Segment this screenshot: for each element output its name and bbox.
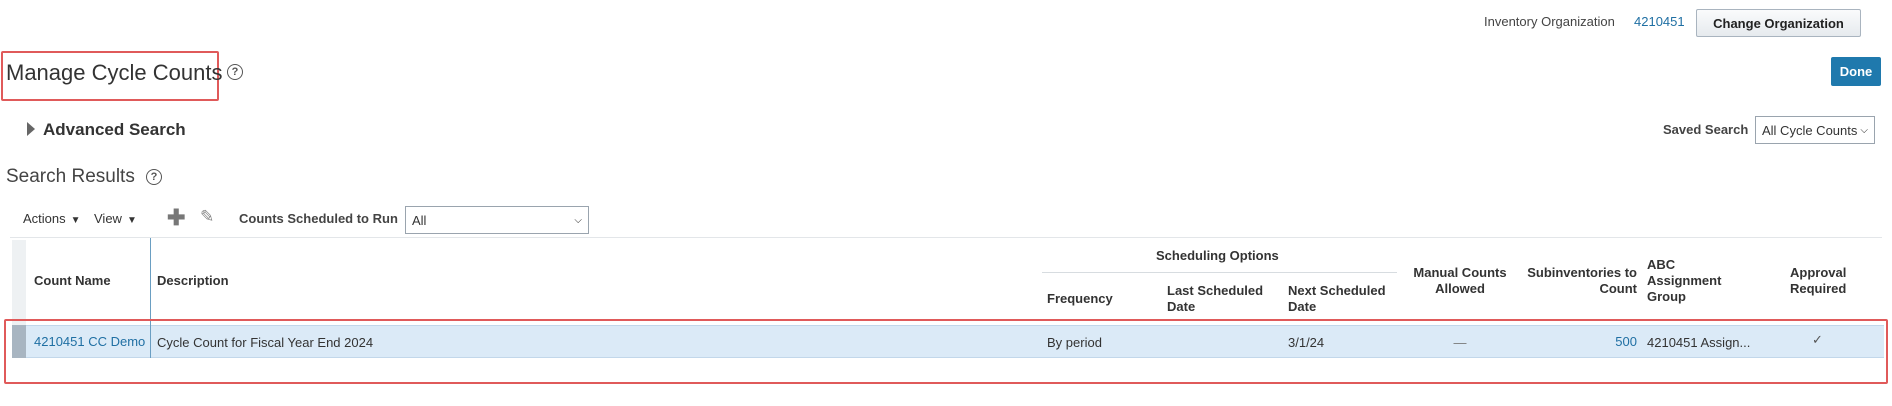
table-top-border <box>10 237 1882 238</box>
counts-scheduled-value: All <box>412 212 427 228</box>
dropdown-arrow-icon: ▼ <box>126 215 137 226</box>
page-title: Manage Cycle Counts <box>6 60 223 85</box>
counts-scheduled-label: Counts Scheduled to Run <box>239 211 398 226</box>
column-header-subinventories-to-count[interactable]: Subinventories to Count <box>1524 265 1637 297</box>
search-results-title: Search Results <box>6 166 135 187</box>
column-header-abc-assignment-group[interactable]: ABC Assignment Group <box>1647 257 1737 305</box>
help-icon[interactable]: ? <box>227 64 243 80</box>
column-header-next-scheduled-date[interactable]: Next Scheduled Date <box>1288 283 1398 315</box>
saved-search-value: All Cycle Counts <box>1762 122 1858 138</box>
saved-search-label: Saved Search <box>1663 122 1749 137</box>
pencil-icon[interactable]: ✎ <box>200 207 214 227</box>
inventory-org-value[interactable]: 4210451 <box>1634 14 1685 29</box>
dropdown-arrow-icon: ▼ <box>70 215 81 226</box>
chevron-down-icon: ⌵ <box>1860 125 1868 136</box>
column-header-description[interactable]: Description <box>157 273 229 289</box>
counts-scheduled-select[interactable]: All ⌵ <box>405 206 589 234</box>
saved-search-select[interactable]: All Cycle Counts ⌵ <box>1755 116 1875 144</box>
done-button[interactable]: Done <box>1831 57 1881 86</box>
actions-menu-label: Actions <box>23 211 66 226</box>
view-menu[interactable]: View ▼ <box>94 211 137 226</box>
help-icon[interactable]: ? <box>146 169 162 185</box>
actions-menu[interactable]: Actions ▼ <box>23 211 81 226</box>
column-header-count-name[interactable]: Count Name <box>34 273 111 289</box>
column-header-manual-counts-allowed[interactable]: Manual Counts Allowed <box>1404 265 1516 297</box>
row-highlight-box <box>4 319 1888 384</box>
plus-icon[interactable]: ✚ <box>167 205 185 231</box>
view-menu-label: View <box>94 211 122 226</box>
column-header-frequency[interactable]: Frequency <box>1047 291 1113 307</box>
chevron-down-icon: ⌵ <box>574 215 582 226</box>
scheduling-options-divider <box>1042 272 1397 273</box>
column-header-approval-required[interactable]: Approval Required <box>1790 265 1860 297</box>
advanced-search-toggle[interactable]: Advanced Search <box>43 120 186 140</box>
column-group-scheduling-options: Scheduling Options <box>1156 248 1279 263</box>
inventory-org-label: Inventory Organization <box>1484 14 1615 29</box>
column-header-last-scheduled-date[interactable]: Last Scheduled Date <box>1167 283 1277 315</box>
change-organization-button[interactable]: Change Organization <box>1696 9 1861 37</box>
expand-triangle-icon[interactable] <box>27 122 35 136</box>
